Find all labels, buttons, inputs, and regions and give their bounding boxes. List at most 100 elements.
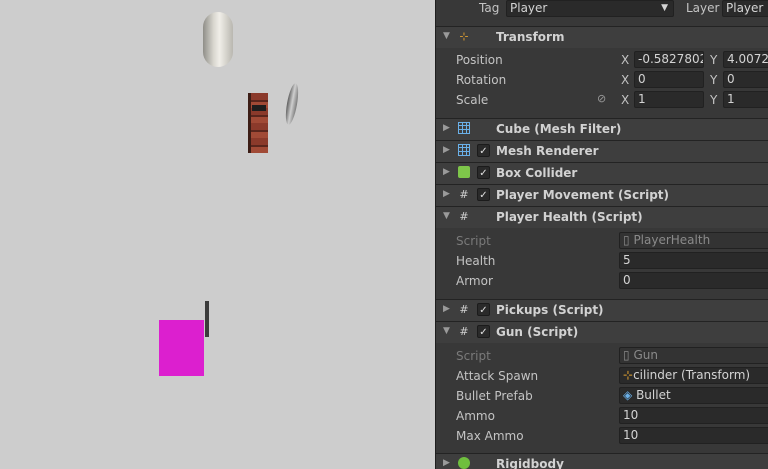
capsule-object[interactable]	[203, 12, 233, 67]
ammo-field[interactable]: 10	[619, 407, 768, 424]
position-x-field[interactable]: -0.5827802	[634, 51, 704, 68]
mesh-filter-header[interactable]: ▶ Cube (Mesh Filter)	[436, 118, 768, 140]
crate-object-detail	[252, 105, 266, 111]
box-collider-icon	[457, 166, 471, 180]
crate-object[interactable]	[248, 93, 268, 153]
script-file-icon: ▯	[623, 348, 630, 362]
scale-x-field[interactable]: 1	[634, 91, 704, 108]
health-field[interactable]: 5	[619, 252, 768, 269]
layer-label: Layer	[686, 1, 720, 15]
gun-script-row: Script ▯ Gun	[436, 346, 768, 366]
collapse-arrow-icon[interactable]: ▶	[443, 304, 450, 314]
axis-x-label[interactable]: X	[621, 93, 629, 107]
max-ammo-label: Max Ammo	[456, 429, 524, 443]
rigidbody-header[interactable]: ▶ Rigidbody	[436, 453, 768, 469]
expand-arrow-icon[interactable]: ▼	[443, 31, 450, 41]
armor-row: Armor 0	[436, 271, 768, 291]
pickups-header[interactable]: ▶ # ✓ Pickups (Script)	[436, 299, 768, 321]
attack-spawn-field[interactable]: ⊹cilinder (Transform)	[619, 367, 768, 384]
armor-field[interactable]: 0	[619, 272, 768, 289]
mesh-renderer-icon	[457, 144, 471, 158]
tag-value: Player	[510, 1, 548, 15]
transform-icon: ⊹	[459, 30, 469, 43]
attack-spawn-row: Attack Spawn ⊹cilinder (Transform)	[436, 366, 768, 386]
transform-header[interactable]: ▼ ⊹ Transform	[436, 26, 768, 48]
transform-title: Transform	[496, 30, 565, 44]
gun-checkbox[interactable]: ✓	[477, 325, 490, 338]
prefab-icon: ◈	[623, 388, 633, 402]
ammo-row: Ammo 10	[436, 406, 768, 426]
collapse-arrow-icon[interactable]: ▶	[443, 167, 450, 177]
scale-label: Scale	[456, 93, 489, 107]
player-movement-checkbox[interactable]: ✓	[477, 188, 490, 201]
collapse-arrow-icon[interactable]: ▶	[443, 458, 450, 468]
scene-view[interactable]	[0, 0, 435, 469]
script-value: Gun	[633, 348, 658, 362]
axis-x-label[interactable]: X	[621, 53, 629, 67]
gun-header[interactable]: ▼ # ✓ Gun (Script)	[436, 321, 768, 343]
health-label: Health	[456, 254, 496, 268]
rotation-y-field[interactable]: 0	[723, 71, 768, 88]
script-value: PlayerHealth	[633, 233, 711, 247]
collapse-arrow-icon[interactable]: ▶	[443, 189, 450, 199]
inspector-panel: Tag Player ▼ Layer Player ▼ ⊹ Transform …	[435, 0, 768, 469]
chevron-down-icon: ▼	[661, 3, 668, 13]
gun-title: Gun (Script)	[496, 325, 579, 339]
axis-x-label[interactable]: X	[621, 73, 629, 87]
health-row: Health 5	[436, 251, 768, 271]
mesh-renderer-title: Mesh Renderer	[496, 144, 599, 158]
position-row: Position X -0.5827802 Y 4.00727	[436, 50, 768, 70]
disc-object[interactable]	[283, 82, 301, 126]
tag-label: Tag	[479, 1, 500, 15]
script-label: Script	[456, 234, 491, 248]
player-movement-header[interactable]: ▶ # ✓ Player Movement (Script)	[436, 184, 768, 206]
mesh-filter-icon	[457, 122, 471, 136]
ammo-label: Ammo	[456, 409, 495, 423]
position-label: Position	[456, 53, 503, 67]
player-health-script-row: Script ▯ PlayerHealth	[436, 231, 768, 251]
transform-icon: ⊹	[623, 368, 634, 382]
armor-label: Armor	[456, 274, 493, 288]
player-movement-title: Player Movement (Script)	[496, 188, 670, 202]
mesh-renderer-checkbox[interactable]: ✓	[477, 144, 490, 157]
position-y-field[interactable]: 4.00727	[723, 51, 768, 68]
attack-spawn-label: Attack Spawn	[456, 369, 539, 383]
rigidbody-title: Rigidbody	[496, 457, 564, 469]
rotation-x-field[interactable]: 0	[634, 71, 704, 88]
box-collider-title: Box Collider	[496, 166, 578, 180]
script-field: ▯ Gun	[619, 347, 768, 364]
bullet-prefab-row: Bullet Prefab ◈ Bullet	[436, 386, 768, 406]
gun-object[interactable]	[205, 301, 209, 337]
rotation-row: Rotation X 0 Y 0	[436, 70, 768, 90]
scale-y-field[interactable]: 1	[723, 91, 768, 108]
bullet-prefab-label: Bullet Prefab	[456, 389, 533, 403]
collapse-arrow-icon[interactable]: ▶	[443, 123, 450, 133]
collapse-arrow-icon[interactable]: ▶	[443, 145, 450, 155]
pickups-checkbox[interactable]: ✓	[477, 303, 490, 316]
mesh-renderer-header[interactable]: ▶ ✓ Mesh Renderer	[436, 140, 768, 162]
layer-value: Player	[726, 1, 764, 15]
axis-y-label[interactable]: Y	[710, 93, 717, 107]
player-cube-object[interactable]	[159, 320, 204, 376]
mesh-filter-title: Cube (Mesh Filter)	[496, 122, 622, 136]
script-label: Script	[456, 349, 491, 363]
expand-arrow-icon[interactable]: ▼	[443, 326, 450, 336]
pickups-title: Pickups (Script)	[496, 303, 604, 317]
bullet-prefab-field[interactable]: ◈ Bullet	[619, 387, 768, 404]
layer-dropdown[interactable]: Player	[722, 0, 768, 17]
axis-y-label[interactable]: Y	[710, 73, 717, 87]
tag-dropdown[interactable]: Player ▼	[506, 0, 674, 17]
tag-layer-row: Tag Player ▼ Layer Player	[436, 0, 768, 18]
rotation-label: Rotation	[456, 73, 507, 87]
script-icon: #	[459, 210, 469, 223]
expand-arrow-icon[interactable]: ▼	[443, 211, 450, 221]
max-ammo-field[interactable]: 10	[619, 427, 768, 444]
box-collider-checkbox[interactable]: ✓	[477, 166, 490, 179]
box-collider-header[interactable]: ▶ ✓ Box Collider	[436, 162, 768, 184]
rigidbody-icon	[457, 457, 471, 469]
constrain-proportions-icon[interactable]: ⊘	[597, 92, 606, 105]
axis-y-label[interactable]: Y	[710, 53, 717, 67]
script-icon: #	[459, 188, 469, 201]
player-health-header[interactable]: ▼ # Player Health (Script)	[436, 206, 768, 228]
scale-row: Scale ⊘ X 1 Y 1	[436, 90, 768, 110]
